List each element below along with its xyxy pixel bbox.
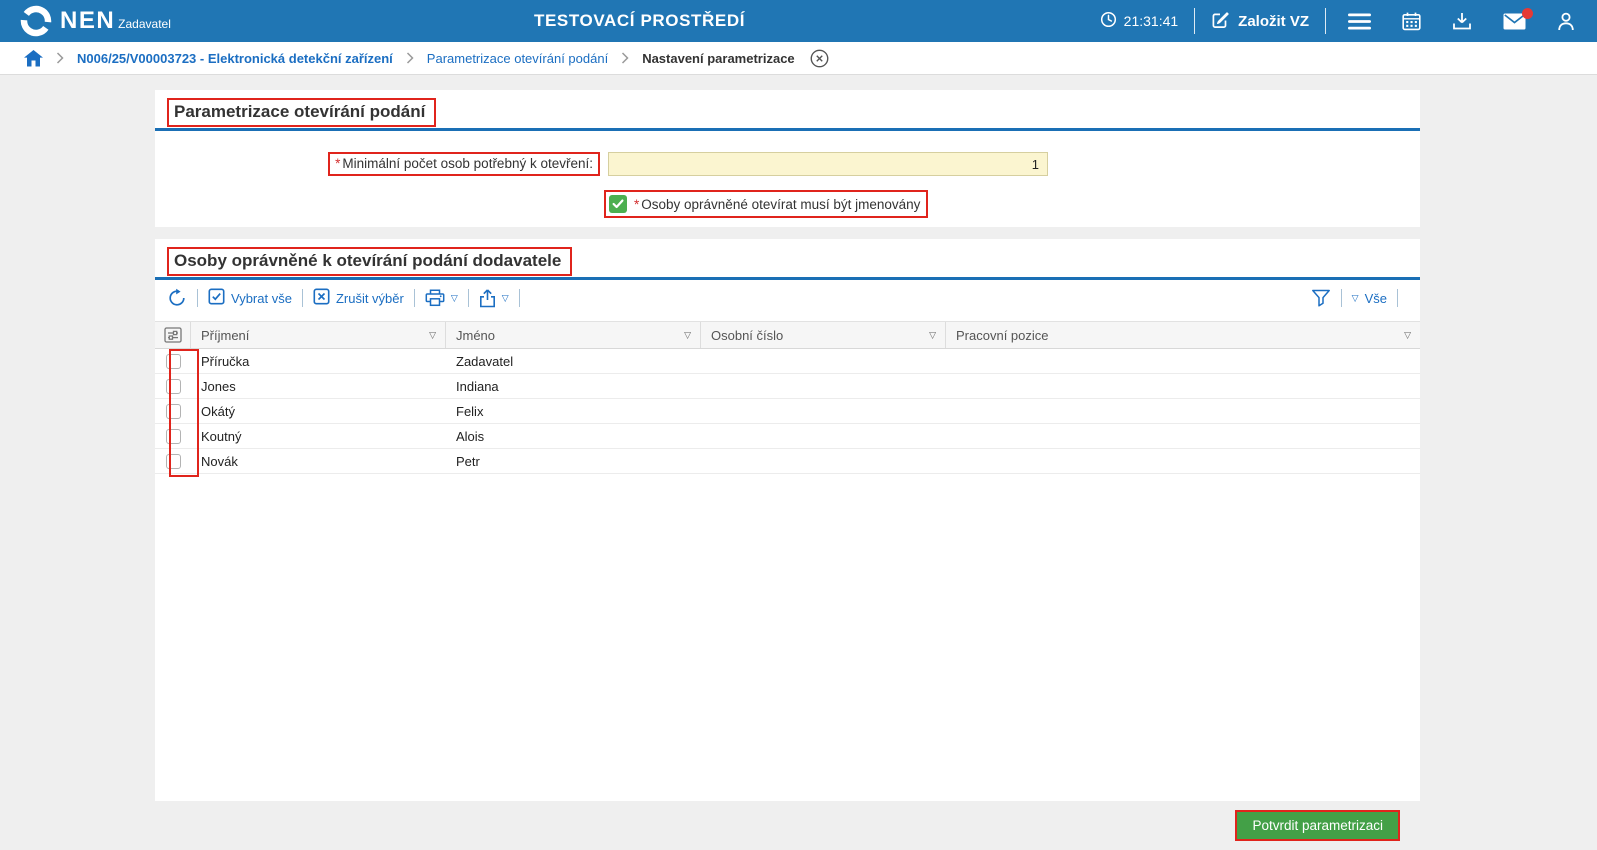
cell-name: Indiana	[456, 378, 499, 394]
close-tab-icon[interactable]	[810, 49, 829, 68]
toolbar-separator	[467, 289, 469, 307]
column-header-personal-number[interactable]: Osobní číslo ▽	[701, 322, 946, 348]
named-persons-checkbox-group: * Osoby oprávněné otevírat musí být jmeno…	[604, 190, 929, 218]
filter-all-label: Vše	[1364, 290, 1387, 306]
filter-all-dropdown-icon: ▽	[1351, 292, 1359, 303]
select-all-icon	[208, 288, 225, 308]
clock-time: 21:31:41	[1123, 13, 1179, 29]
row-checkbox[interactable]	[165, 353, 181, 369]
table-row[interactable]: Novák Petr	[155, 449, 1420, 474]
table-row[interactable]: Koutný Alois	[155, 424, 1420, 449]
breadcrumb: N006/25/V00003723 - Elektronická detekčn…	[0, 42, 1597, 75]
mail-unread-badge	[1522, 7, 1533, 19]
toolbar-separator	[301, 289, 303, 307]
mail-icon[interactable]	[1503, 7, 1533, 30]
session-clock: 21:31:41	[1100, 11, 1179, 31]
top-bar: NEN Zadavatel TESTOVACÍ PROSTŘEDÍ 21:31:…	[0, 0, 1597, 42]
print-button[interactable]: ▽	[425, 289, 458, 307]
grid-toolbar: Vybrat vše Zrušit výběr ▽ ▽ ▽ Vše	[155, 283, 1420, 313]
column-header-position[interactable]: Pracovní pozice ▽	[946, 322, 1420, 348]
named-persons-label: * Osoby oprávněné otevírat musí být jmeno…	[634, 196, 921, 212]
persons-table: Příjmení ▽ Jméno ▽ Osobní číslo ▽ Pracov…	[155, 321, 1420, 477]
column-header-name[interactable]: Jméno ▽	[446, 322, 701, 348]
environment-title: TESTOVACÍ PROSTŘEDÍ	[534, 11, 746, 30]
column-filter-icon[interactable]: ▽	[1404, 330, 1411, 341]
cell-name: Petr	[456, 453, 480, 469]
row-checkbox[interactable]	[165, 428, 181, 444]
topbar-divider	[1194, 8, 1196, 34]
toolbar-separator	[1340, 289, 1342, 307]
download-tray-icon[interactable]	[1452, 12, 1472, 31]
min-persons-input[interactable]	[608, 152, 1048, 176]
main-content: Parametrizace otevírání podání * Minimáln…	[0, 75, 1597, 841]
select-all-button[interactable]: Vybrat vše	[208, 288, 292, 308]
toolbar-separator	[1397, 289, 1398, 307]
row-checkbox[interactable]	[165, 453, 181, 469]
clear-selection-icon	[313, 288, 330, 308]
table-row[interactable]: Jones Indiana	[155, 374, 1420, 399]
cell-surname: Jones	[201, 378, 236, 394]
menu-icon[interactable]	[1348, 13, 1371, 30]
section-title-authorized-persons: Osoby oprávněné k otevírání podání dodav…	[167, 247, 573, 276]
toolbar-separator	[413, 289, 415, 307]
named-persons-checkbox[interactable]	[609, 195, 627, 213]
table-row[interactable]: Okátý Felix	[155, 399, 1420, 424]
breadcrumb-current: Nastavení parametrizace	[642, 50, 795, 66]
column-filter-icon[interactable]: ▽	[684, 330, 691, 341]
column-header-surname[interactable]: Příjmení ▽	[191, 322, 446, 348]
nen-logo[interactable]: NEN Zadavatel	[20, 5, 171, 37]
cell-name: Zadavatel	[456, 353, 514, 369]
home-icon[interactable]	[24, 49, 43, 67]
section-title-parametrization: Parametrizace otevírání podání	[167, 98, 437, 127]
cell-surname: Novák	[201, 453, 238, 469]
table-header-row: Příjmení ▽ Jméno ▽ Osobní číslo ▽ Pracov…	[155, 321, 1420, 349]
filter-all-dropdown[interactable]: ▽ Vše	[1352, 291, 1387, 306]
filter-icon[interactable]	[1311, 289, 1331, 308]
topbar-divider	[1325, 8, 1326, 34]
required-mark: *	[335, 156, 341, 171]
authorized-persons-panel: Osoby oprávněné k otevírání podání dodav…	[155, 239, 1420, 801]
confirm-parametrization-button[interactable]: Potvrdit parametrizaci	[1235, 810, 1400, 841]
required-mark: *	[634, 196, 640, 212]
logo-text: NEN	[60, 7, 116, 34]
cell-name: Felix	[456, 403, 484, 419]
column-filter-icon[interactable]: ▽	[929, 330, 936, 341]
toolbar-separator	[518, 289, 520, 307]
print-dropdown-icon[interactable]: ▽	[451, 293, 458, 303]
export-dropdown-icon[interactable]: ▽	[502, 293, 509, 303]
create-vz-button[interactable]: Založit VZ	[1211, 10, 1309, 33]
parametrization-panel: Parametrizace otevírání podání * Minimáln…	[155, 90, 1420, 227]
row-checkbox[interactable]	[165, 403, 181, 419]
cell-surname: Okátý	[201, 403, 235, 419]
compose-icon	[1211, 10, 1230, 33]
clear-selection-label: Zrušit výběr	[335, 290, 404, 306]
cell-surname: Koutný	[201, 428, 242, 444]
calendar-icon[interactable]	[1402, 12, 1421, 31]
nen-logo-icon	[20, 5, 52, 37]
cell-surname: Příručka	[201, 353, 250, 369]
column-settings-button[interactable]	[155, 322, 191, 348]
user-profile-icon[interactable]	[1557, 12, 1575, 31]
export-button[interactable]: ▽	[479, 288, 509, 308]
chevron-right-icon	[621, 52, 629, 64]
min-persons-label: * Minimální počet osob potřebný k otevřen…	[328, 152, 600, 176]
column-filter-icon[interactable]: ▽	[429, 330, 436, 341]
clear-selection-button[interactable]: Zrušit výběr	[313, 288, 404, 308]
section-rule	[155, 277, 1420, 280]
chevron-right-icon	[56, 52, 64, 64]
chevron-right-icon	[406, 52, 414, 64]
breadcrumb-procurement[interactable]: N006/25/V00003723 - Elektronická detekčn…	[77, 51, 393, 66]
section-rule	[155, 128, 1420, 131]
clock-icon	[1100, 11, 1117, 31]
toolbar-separator	[197, 289, 198, 307]
row-checkbox[interactable]	[165, 378, 181, 394]
logo-role-label: Zadavatel	[118, 17, 171, 31]
select-all-label: Vybrat vše	[231, 290, 292, 306]
create-vz-label: Založit VZ	[1238, 12, 1309, 30]
cell-name: Alois	[456, 428, 485, 444]
refresh-button[interactable]	[167, 288, 187, 308]
table-row[interactable]: Příručka Zadavatel	[155, 349, 1420, 374]
breadcrumb-parametrization[interactable]: Parametrizace otevírání podání	[427, 51, 608, 66]
